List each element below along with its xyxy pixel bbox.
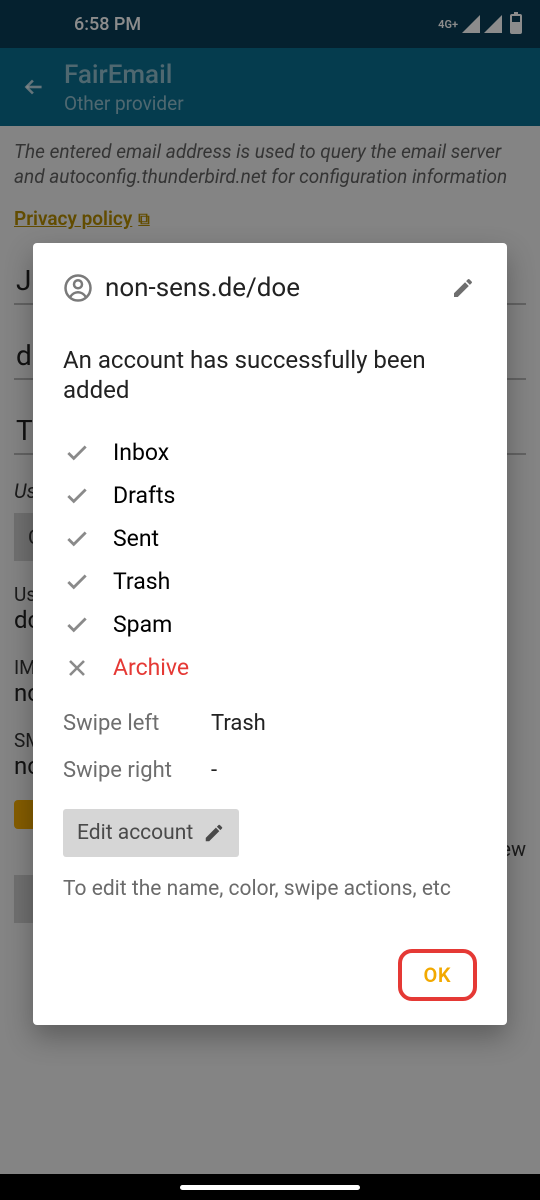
swipe-left-value: Trash bbox=[211, 711, 266, 736]
swipe-right-label: Swipe right bbox=[63, 758, 183, 783]
edit-account-button[interactable]: Edit account bbox=[63, 809, 239, 857]
swipe-left-row: Swipe left Trash bbox=[63, 711, 477, 736]
folder-row: Archive bbox=[63, 654, 477, 681]
folder-name: Drafts bbox=[113, 482, 175, 509]
edit-icon[interactable] bbox=[449, 274, 477, 302]
navigation-bar bbox=[0, 1174, 540, 1200]
folder-name: Spam bbox=[113, 611, 172, 638]
check-icon bbox=[63, 612, 91, 638]
x-icon bbox=[63, 656, 91, 680]
check-icon bbox=[63, 569, 91, 595]
home-indicator[interactable] bbox=[180, 1185, 360, 1190]
swipe-right-value: - bbox=[211, 758, 217, 783]
check-icon bbox=[63, 440, 91, 466]
folder-row: Drafts bbox=[63, 482, 477, 509]
edit-account-label: Edit account bbox=[77, 821, 193, 845]
edit-note: To edit the name, color, swipe actions, … bbox=[63, 877, 477, 901]
pencil-icon bbox=[203, 822, 225, 844]
swipe-left-label: Swipe left bbox=[63, 711, 183, 736]
dialog-title: non-sens.de/doe bbox=[105, 273, 437, 303]
folder-row: Trash bbox=[63, 568, 477, 595]
folder-name: Trash bbox=[113, 568, 170, 595]
ok-button[interactable]: OK bbox=[398, 949, 477, 1001]
check-icon bbox=[63, 526, 91, 552]
folder-row: Sent bbox=[63, 525, 477, 552]
dialog-message: An account has successfully been added bbox=[63, 345, 477, 405]
folder-name: Inbox bbox=[113, 439, 169, 466]
folder-list: Inbox Drafts Sent Trash Spam Archive bbox=[63, 439, 477, 681]
swipe-right-row: Swipe right - bbox=[63, 758, 477, 783]
check-icon bbox=[63, 483, 91, 509]
account-icon bbox=[63, 273, 93, 303]
account-added-dialog: non-sens.de/doe An account has successfu… bbox=[33, 243, 507, 1025]
folder-row: Inbox bbox=[63, 439, 477, 466]
folder-row: Spam bbox=[63, 611, 477, 638]
folder-name: Archive bbox=[113, 654, 189, 681]
folder-name: Sent bbox=[113, 525, 159, 552]
